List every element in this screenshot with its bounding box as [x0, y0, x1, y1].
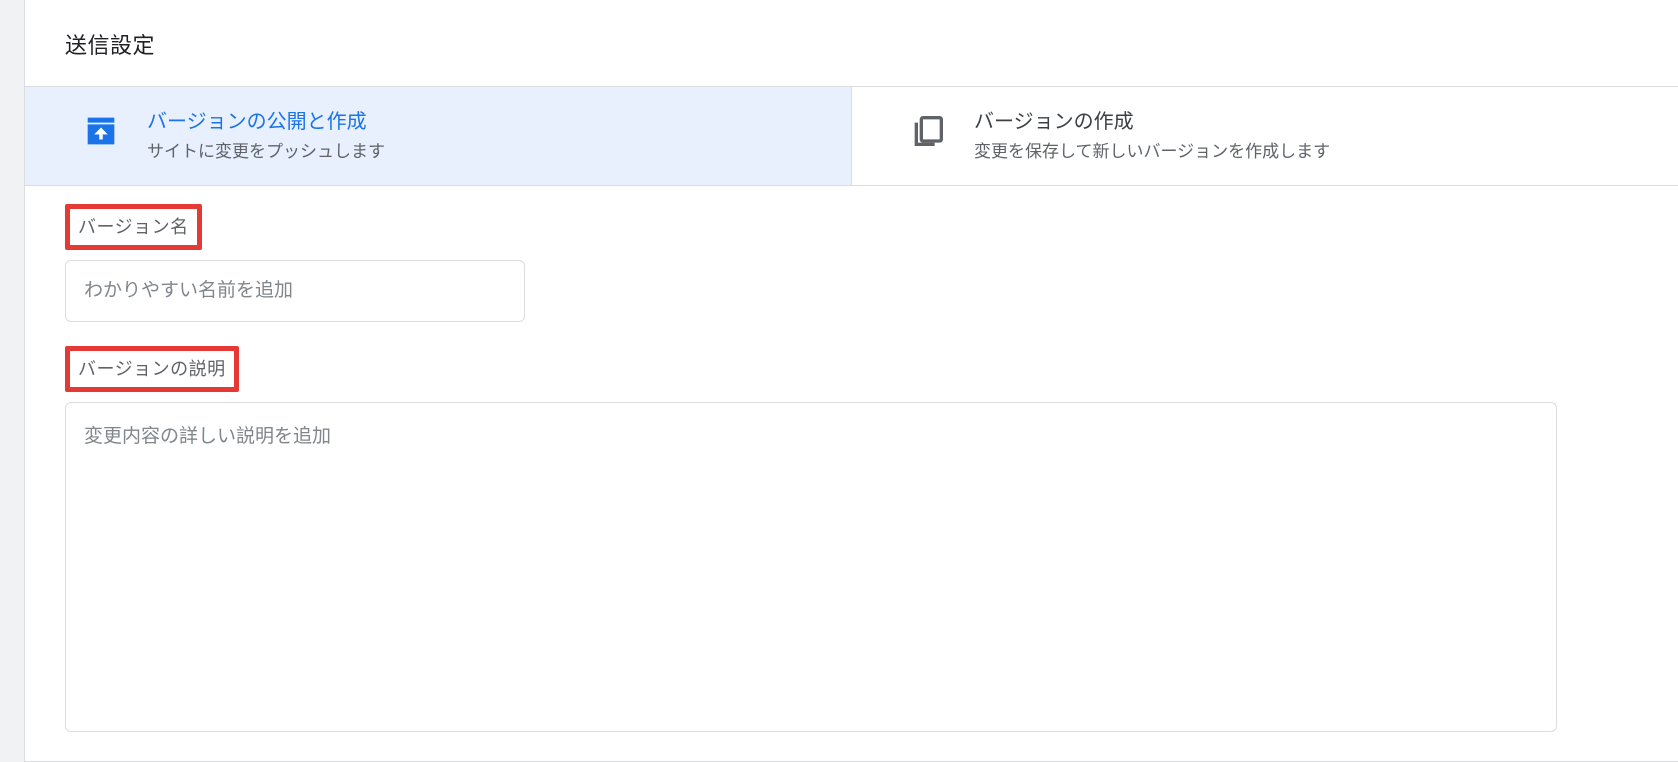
version-name-label-wrap: バージョン名 [65, 204, 1638, 250]
form-area: バージョン名 バージョンの説明 [25, 186, 1678, 737]
publish-option-row: バージョンの公開と作成 サイトに変更をプッシュします バージョンの作成 変更を保… [25, 86, 1678, 186]
version-name-block: バージョン名 [65, 204, 1638, 322]
option-create-title: バージョンの作成 [974, 109, 1330, 135]
version-name-label: バージョン名 [65, 204, 202, 250]
option-create-desc: 変更を保存して新しいバージョンを作成します [974, 141, 1330, 163]
version-desc-input[interactable] [65, 402, 1557, 732]
option-publish-texts: バージョンの公開と作成 サイトに変更をプッシュします [147, 109, 385, 163]
copy-icon [908, 111, 948, 151]
option-publish-desc: サイトに変更をプッシュします [147, 141, 385, 163]
version-desc-label: バージョンの説明 [65, 346, 239, 392]
option-publish-and-create[interactable]: バージョンの公開と作成 サイトに変更をプッシュします [25, 87, 851, 185]
option-create-version[interactable]: バージョンの作成 変更を保存して新しいバージョンを作成します [851, 87, 1678, 185]
version-name-input[interactable] [65, 260, 525, 322]
version-desc-block: バージョンの説明 [65, 346, 1638, 737]
submission-settings-card: 送信設定 バージョンの公開と作成 サイトに変更をプッシュします [24, 0, 1678, 762]
section-title: 送信設定 [25, 0, 1678, 86]
option-publish-title: バージョンの公開と作成 [147, 109, 385, 135]
publish-icon [81, 111, 121, 151]
option-create-texts: バージョンの作成 変更を保存して新しいバージョンを作成します [974, 109, 1330, 163]
version-desc-label-wrap: バージョンの説明 [65, 346, 1638, 392]
